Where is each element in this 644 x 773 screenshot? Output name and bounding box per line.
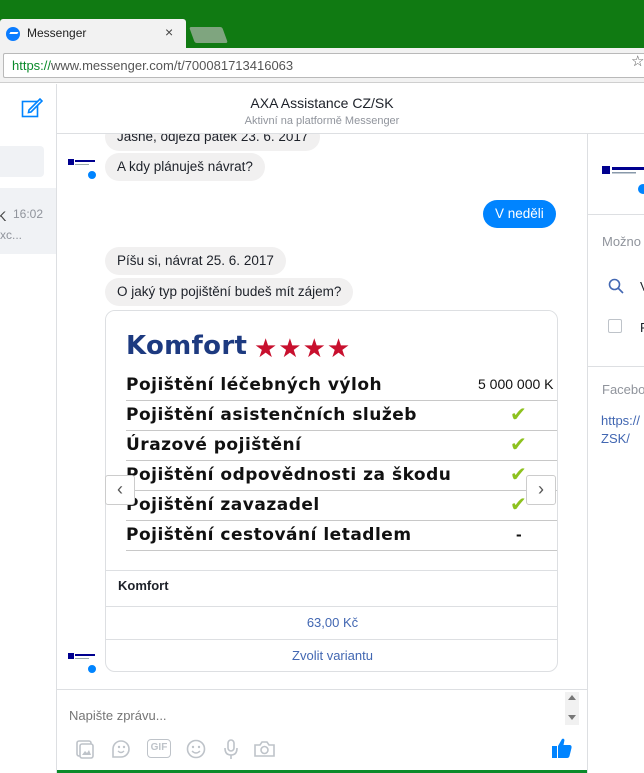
coverage-row: Pojištění zavazadel ✔ <box>126 491 557 521</box>
card-title: Komfort <box>118 578 169 593</box>
star-rating: ★★★★ <box>254 333 352 363</box>
thumbs-up-icon[interactable] <box>550 736 574 760</box>
axa-logo-icon <box>68 653 97 674</box>
coverage-row: Pojištění cestování letadlem - <box>126 521 557 551</box>
facebook-page-link[interactable]: https:// <box>601 413 640 428</box>
options-heading: Možno <box>602 234 642 249</box>
coverage-row: Úrazové pojištění ✔ <box>126 431 557 461</box>
camera-icon[interactable] <box>252 738 276 760</box>
message-bubble-outgoing: V neděli <box>483 200 556 228</box>
address-bar: https://www.messenger.com/t/700081713416… <box>0 48 644 83</box>
check-icon: ✔ <box>510 494 527 516</box>
coverage-row: Pojištění léčebných výloh 5 000 000 K <box>126 371 557 401</box>
scroll-up-icon[interactable] <box>568 695 576 700</box>
choose-variant-button[interactable]: Zvolit variantu <box>106 640 557 671</box>
conversation-item-selected[interactable]: K xc... <box>0 188 56 254</box>
option-checkbox[interactable] <box>608 319 622 333</box>
insurance-card: Komfort ★★★★ Pojištění léčebných výloh 5… <box>105 310 558 672</box>
conversation-name: K <box>0 208 7 224</box>
coverage-label: Pojištění zavazadel <box>126 495 320 515</box>
coverage-label: Pojištění asistenčních služeb <box>126 405 417 425</box>
price-button[interactable]: 63,00 Kč <box>106 607 557 639</box>
coverage-row: Pojištění odpovědnosti za škodu ✔ <box>126 461 557 491</box>
message-bubble-incoming: Píšu si, návrat 25. 6. 2017 <box>105 247 286 275</box>
microphone-icon[interactable] <box>220 738 242 760</box>
image-icon[interactable] <box>74 738 96 760</box>
search-icon[interactable] <box>608 278 624 294</box>
conversation-list-pane: K xc... 16:02 <box>0 84 57 773</box>
facebook-heading: Facebo <box>602 382 644 397</box>
carousel-next-button[interactable]: › <box>526 475 556 505</box>
message-bubble-incoming: Jasně, odjezd pátek 23. 6. 2017 <box>105 134 321 151</box>
chat-header: AXA Assistance CZ/SK Aktivní na platform… <box>57 84 644 134</box>
info-pane: Možno V P Facebo https:// ZSK/ <box>587 134 644 773</box>
carousel-prev-button[interactable]: ‹ <box>105 475 135 505</box>
tab-title: Messenger <box>27 26 87 40</box>
axa-logo-icon <box>68 159 97 180</box>
bookmark-star-icon[interactable]: ☆ <box>631 52 644 70</box>
message-input[interactable] <box>69 708 549 723</box>
page-avatar <box>68 652 98 674</box>
sticker-icon[interactable] <box>110 738 132 760</box>
check-icon: ✔ <box>510 434 527 456</box>
composer-scrollbar[interactable] <box>565 692 579 725</box>
card-image: Komfort ★★★★ Pojištění léčebných výloh 5… <box>106 311 557 571</box>
chat-subtitle: Aktivní na platformě Messenger <box>244 115 400 127</box>
url-text: https://www.messenger.com/t/700081713416… <box>12 58 294 73</box>
check-icon: ✔ <box>510 464 527 486</box>
check-icon: ✔ <box>510 404 527 426</box>
new-message-icon[interactable] <box>21 97 43 119</box>
coverage-value: 5 000 000 K <box>478 376 554 392</box>
new-tab-button[interactable] <box>189 27 228 43</box>
message-composer: GIF <box>57 689 587 773</box>
dash-mark: - <box>516 525 522 544</box>
message-bubble-incoming: A kdy plánuješ návrat? <box>105 153 265 181</box>
option-item[interactable]: P <box>640 320 644 335</box>
emoji-icon[interactable] <box>185 738 207 760</box>
chat-title[interactable]: AXA Assistance CZ/SK <box>57 95 587 111</box>
divider <box>588 366 644 367</box>
page-avatar <box>68 158 98 180</box>
messenger-icon <box>6 27 20 41</box>
message-bubble-incoming: O jaký typ pojištění budeš mít zájem? <box>105 278 354 306</box>
close-tab-icon[interactable]: × <box>165 24 173 40</box>
coverage-label: Pojištění léčebných výloh <box>126 375 383 395</box>
conversation-time: 16:02 <box>13 207 44 221</box>
divider <box>588 214 644 215</box>
facebook-page-link-continued[interactable]: ZSK/ <box>601 431 630 446</box>
gif-icon[interactable]: GIF <box>147 739 171 758</box>
coverage-row: Pojištění asistenčních služeb ✔ <box>126 401 557 431</box>
axa-logo-icon <box>602 166 644 194</box>
url-input[interactable]: https://www.messenger.com/t/700081713416… <box>3 53 644 78</box>
browser-tab-messenger[interactable]: Messenger × <box>0 19 186 48</box>
scroll-down-icon[interactable] <box>568 715 576 720</box>
search-in-conversation[interactable]: V <box>640 279 644 294</box>
coverage-label: Pojištění cestování letadlem <box>126 525 412 545</box>
coverage-label: Pojištění odpovědnosti za škodu <box>126 465 452 485</box>
conversation-snippet: xc... <box>0 228 23 242</box>
card-image-title: Komfort <box>126 331 248 361</box>
coverage-label: Úrazové pojištění <box>126 435 302 455</box>
conversation-search-input[interactable] <box>0 146 44 177</box>
